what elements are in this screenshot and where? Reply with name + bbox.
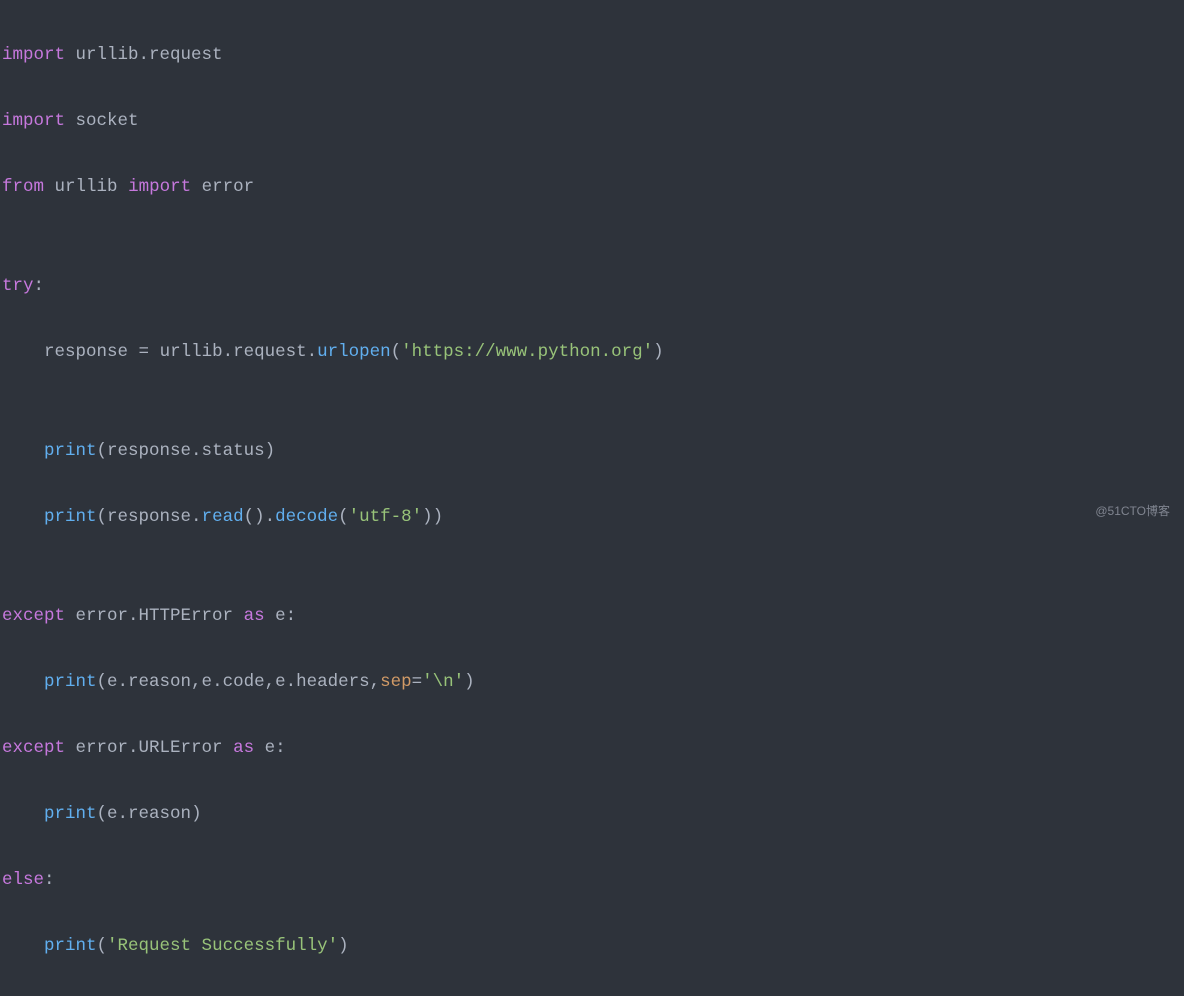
function-print: print (44, 507, 97, 527)
code-line: except error.URLError as e: (2, 732, 1184, 765)
function-print: print (44, 936, 97, 956)
code-line: print(response.status) (2, 435, 1184, 468)
keyword-from: from (2, 177, 44, 197)
string-url: 'https://www.python.org' (401, 342, 653, 362)
code-line: print('Request Successfully') (2, 930, 1184, 963)
keyword-import: import (2, 111, 65, 131)
keyword-else: else (2, 870, 44, 890)
function-print: print (44, 672, 97, 692)
code-line: print(e.reason,e.code,e.headers,sep='\n'… (2, 666, 1184, 699)
function-urlopen: urlopen (317, 342, 391, 362)
keyword-except: except (2, 738, 65, 758)
code-block: import urllib.request import socket from… (0, 0, 1184, 996)
code-line: except error.HTTPError as e: (2, 600, 1184, 633)
code-line: try: (2, 270, 1184, 303)
keyword-except: except (2, 606, 65, 626)
code-line: response = urllib.request.urlopen('https… (2, 336, 1184, 369)
code-line: from urllib import error (2, 171, 1184, 204)
watermark-text: @51CTO博客 (1095, 495, 1170, 528)
code-line: import urllib.request (2, 39, 1184, 72)
keyword-import: import (2, 45, 65, 65)
function-print: print (44, 441, 97, 461)
keyword-import: import (128, 177, 191, 197)
code-line: print(response.read().decode('utf-8')) (2, 501, 1184, 534)
function-print: print (44, 804, 97, 824)
module-name: urllib.request (76, 45, 223, 65)
param-sep: sep (380, 672, 412, 692)
code-line: print(e.reason) (2, 798, 1184, 831)
keyword-try: try (2, 276, 34, 296)
module-name: socket (76, 111, 139, 131)
code-line: else: (2, 864, 1184, 897)
code-line: import socket (2, 105, 1184, 138)
